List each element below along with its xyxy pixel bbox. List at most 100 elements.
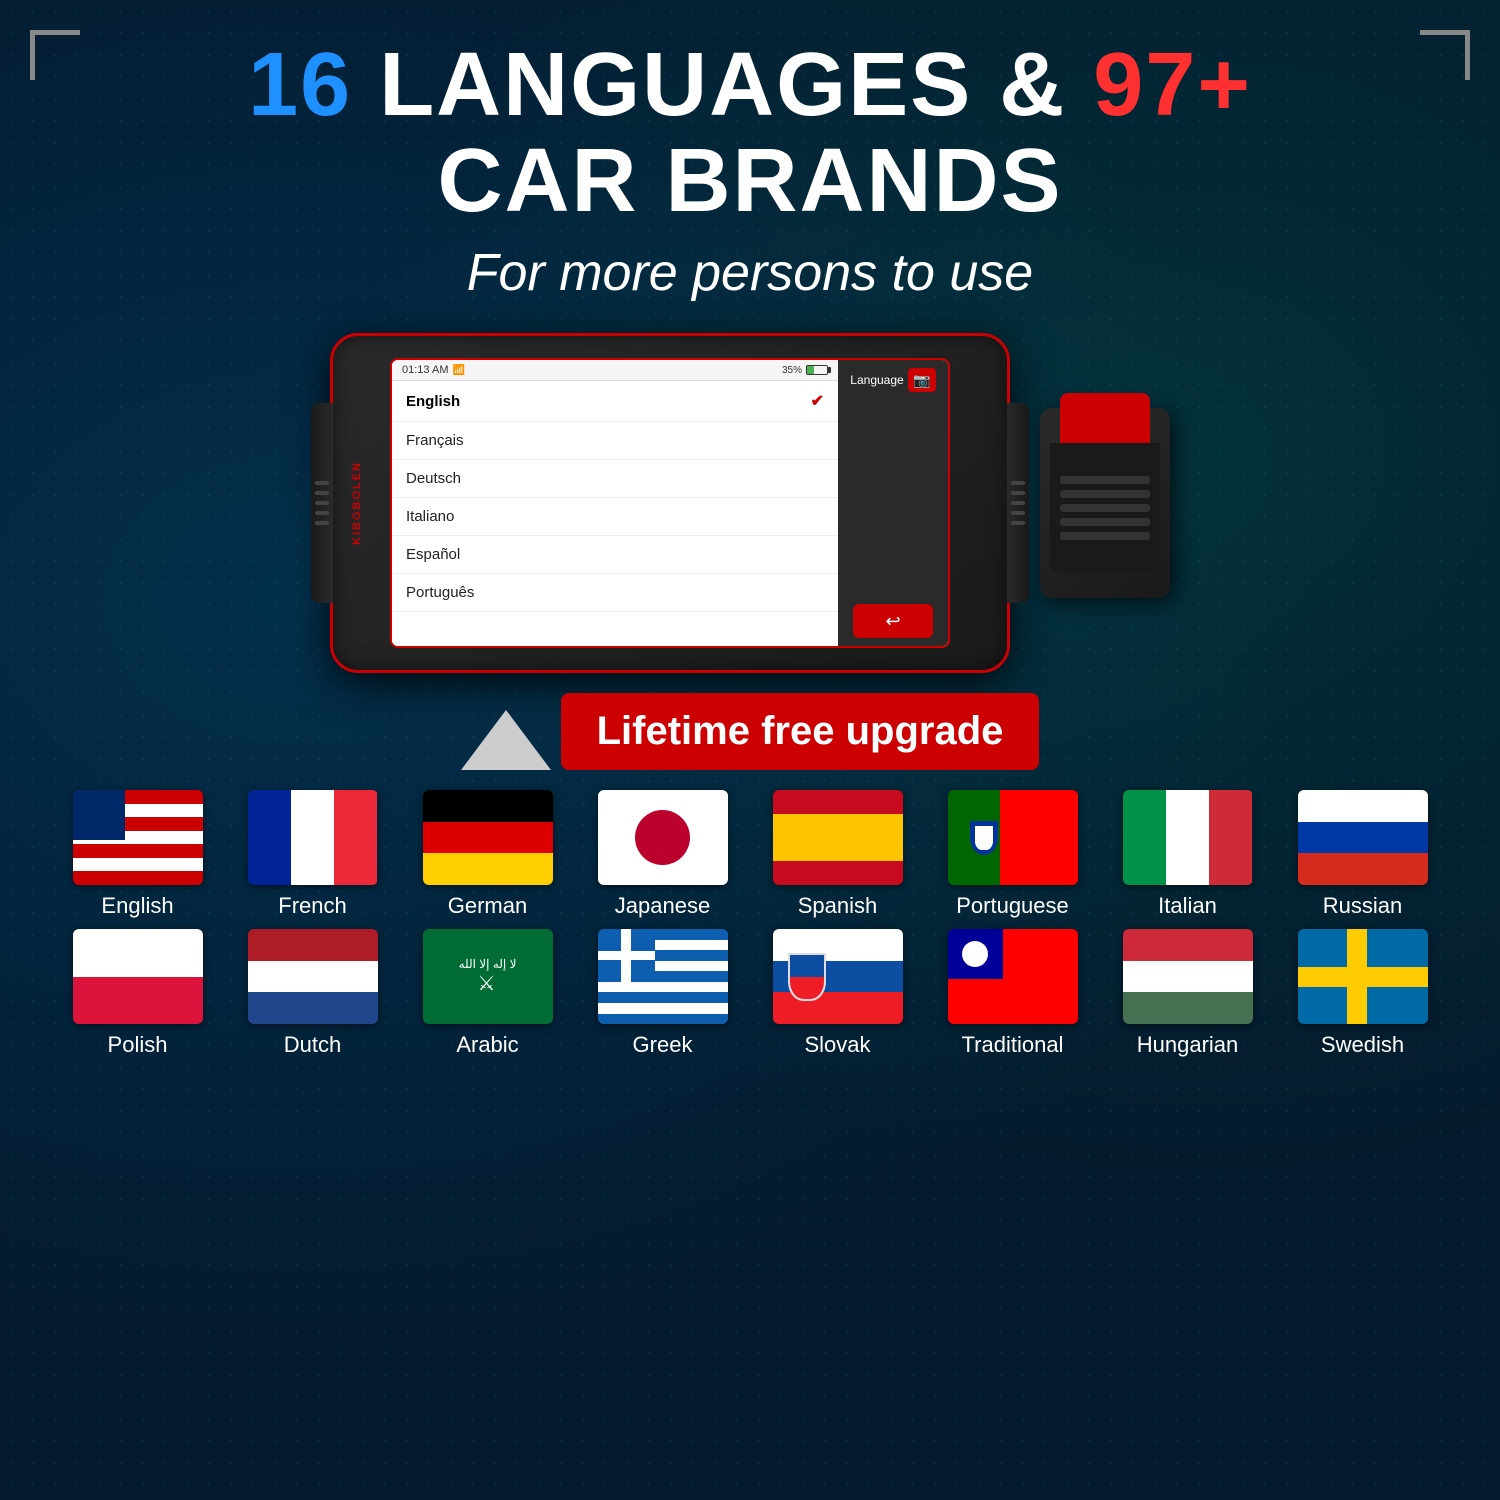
lang-item-german[interactable]: Deutsch (392, 460, 838, 498)
flag-label-slovak: Slovak (804, 1032, 870, 1058)
flag-item-polish: Polish (65, 929, 210, 1058)
camera-icon: 📷 (908, 368, 936, 392)
flag-label-greek: Greek (633, 1032, 693, 1058)
obd-rib (1060, 476, 1150, 484)
flag-item-portuguese: Portuguese (940, 790, 1085, 919)
grip-line (1011, 501, 1025, 505)
upgrade-badge: Lifetime free upgrade (561, 693, 1040, 770)
grip-line (1011, 521, 1025, 525)
obd-rib (1060, 504, 1150, 512)
flag-label-italian: Italian (1158, 893, 1217, 919)
time-display: 01:13 AM (402, 364, 448, 376)
gr-cross (598, 929, 655, 982)
check-icon: ✔ (811, 391, 824, 411)
status-bar: 01:13 AM 📶 35% (392, 360, 838, 381)
upgrade-section: Lifetime free upgrade (0, 693, 1500, 770)
headline-line1: 16 LANGUAGES & 97+ (20, 40, 1480, 130)
flag-portuguese (948, 790, 1078, 885)
flag-item-russian: Russian (1290, 790, 1435, 919)
grip-line (315, 501, 329, 505)
ar-sword: ⚔ (478, 971, 498, 996)
lang-name-french: Français (406, 432, 464, 449)
grip-line (1011, 491, 1025, 495)
tw-sun (962, 941, 988, 967)
flag-label-russian: Russian (1323, 893, 1402, 919)
battery-percent: 35% (782, 365, 802, 376)
obd-rib (1060, 490, 1150, 498)
lang-item-english[interactable]: English ✔ (392, 381, 838, 422)
flag-label-english: English (101, 893, 173, 919)
grip-line (315, 511, 329, 515)
scanner-device: KIBGBOLEN 01:13 AM 📶 35% (330, 333, 1010, 673)
subtitle-text: For more persons to use (20, 243, 1480, 303)
flag-item-dutch: Dutch (240, 929, 385, 1058)
flag-item-greek: Greek (590, 929, 735, 1058)
headline-text1: LANGUAGES & (379, 35, 1066, 135)
flag-label-spanish: Spanish (798, 893, 878, 919)
back-button[interactable]: ↩ (853, 604, 933, 638)
obd-rib (1060, 518, 1150, 526)
flag-french (248, 790, 378, 885)
headline-line2: CAR BRANDS (20, 130, 1480, 233)
obd-body (1050, 443, 1160, 573)
flag-item-german: German (415, 790, 560, 919)
flag-item-hungarian: Hungarian (1115, 929, 1260, 1058)
lang-item-italian[interactable]: Italiano (392, 498, 838, 536)
jp-circle (635, 810, 690, 865)
flag-label-portuguese: Portuguese (956, 893, 1069, 919)
number-16: 16 (248, 35, 352, 135)
flags-row-1: English French German (30, 790, 1470, 919)
flag-greek (598, 929, 728, 1024)
upgrade-arrow (461, 710, 551, 770)
lang-item-french[interactable]: Français (392, 422, 838, 460)
flag-item-traditional: Traditional (940, 929, 1085, 1058)
flags-section: English French German (0, 770, 1500, 1068)
lang-name-spanish: Español (406, 546, 460, 563)
ar-text: لا إله إلا الله (459, 957, 517, 971)
flag-spanish (773, 790, 903, 885)
lang-item-portuguese[interactable]: Português (392, 574, 838, 612)
screen-left-panel: 01:13 AM 📶 35% English (392, 360, 838, 646)
tw-canton (948, 929, 1003, 979)
flag-label-arabic: Arabic (456, 1032, 518, 1058)
lang-item-spanish[interactable]: Español (392, 536, 838, 574)
flag-item-italian: Italian (1115, 790, 1260, 919)
flag-item-spanish: Spanish (765, 790, 910, 919)
grip-line (1011, 481, 1025, 485)
header-section: 16 LANGUAGES & 97+ CAR BRANDS For more p… (0, 0, 1500, 313)
flags-row-2: Polish Dutch لا إله إلا الله ⚔ Arabic (30, 929, 1470, 1058)
flag-dutch (248, 929, 378, 1024)
flag-german (423, 790, 553, 885)
flag-item-japanese: Japanese (590, 790, 735, 919)
grip-line (315, 491, 329, 495)
flag-label-german: German (448, 893, 527, 919)
grip-line (315, 481, 329, 485)
flag-japanese (598, 790, 728, 885)
scanner-screen: 01:13 AM 📶 35% English (390, 358, 950, 648)
language-panel-title: Language (850, 373, 903, 387)
flag-slovak (773, 929, 903, 1024)
grip-line (315, 521, 329, 525)
grip-line (1011, 511, 1025, 515)
flag-item-slovak: Slovak (765, 929, 910, 1058)
lang-name-german: Deutsch (406, 470, 461, 487)
obd-dongle (1040, 408, 1170, 598)
flag-item-french: French (240, 790, 385, 919)
language-list: English ✔ Français Deutsch Italiano (392, 381, 838, 646)
flag-hungarian (1123, 929, 1253, 1024)
flag-label-hungarian: Hungarian (1137, 1032, 1239, 1058)
status-left: 01:13 AM 📶 (402, 364, 465, 376)
obd-rib (1060, 532, 1150, 540)
sk-shield (788, 953, 826, 1001)
number-97: 97+ (1093, 35, 1252, 135)
lang-name-english: English (406, 393, 460, 410)
flag-traditional (948, 929, 1078, 1024)
flag-item-swedish: Swedish (1290, 929, 1435, 1058)
flag-arabic: لا إله إلا الله ⚔ (423, 929, 553, 1024)
scanner-left-grip (311, 403, 333, 603)
obd-top-connector (1060, 393, 1150, 443)
lang-name-portuguese: Português (406, 584, 474, 601)
device-section: KIBGBOLEN 01:13 AM 📶 35% (0, 333, 1500, 673)
flag-label-japanese: Japanese (615, 893, 710, 919)
flag-italian (1123, 790, 1253, 885)
